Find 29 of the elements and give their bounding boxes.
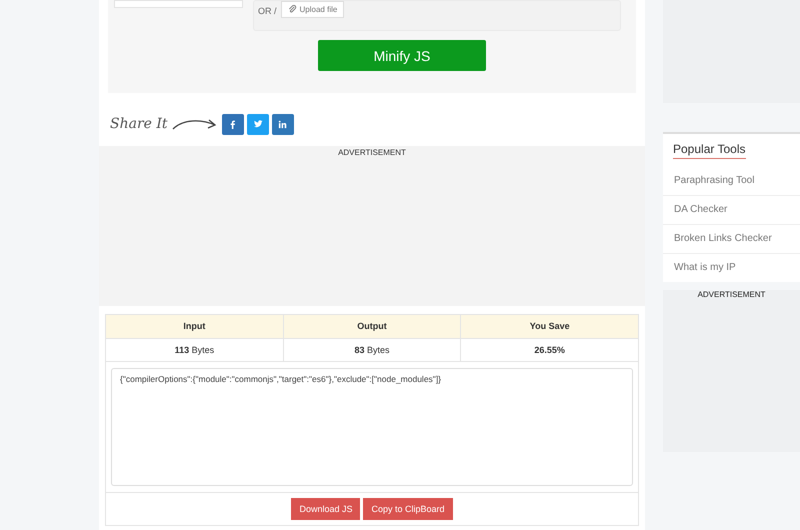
or-label: OR /: [258, 6, 277, 16]
column-header: Output: [284, 315, 462, 339]
bird-icon: [252, 119, 263, 129]
column-header: Input: [106, 315, 284, 339]
linkedin-button[interactable]: [272, 114, 294, 134]
upload-button[interactable]: Upload file: [280, 1, 344, 18]
tool-link[interactable]: What is my IP: [663, 253, 800, 282]
download-button[interactable]: Download JS: [291, 498, 360, 520]
copy-button[interactable]: Copy to ClipBoard: [363, 498, 453, 520]
minify-button[interactable]: Minify JS: [318, 40, 486, 71]
linkedin-icon: [278, 120, 288, 128]
twitter-button[interactable]: [246, 114, 269, 134]
tool-link[interactable]: DA Checker: [663, 195, 800, 224]
output-field[interactable]: {"compilerOptions":{"module":"commonjs","target":"es6"},"exclude":["node_modules"]}: [111, 368, 633, 486]
card-title: Popular Tools: [673, 134, 746, 159]
input-field[interactable]: [114, 0, 243, 8]
paperclip-icon: [288, 5, 297, 14]
table-cell: 113 Bytes: [106, 339, 284, 362]
tool-link[interactable]: Paraphrasing Tool: [663, 167, 800, 195]
facebook-button[interactable]: [222, 114, 244, 134]
tool-link[interactable]: Broken Links Checker: [663, 224, 800, 253]
facebook-icon: [228, 120, 238, 128]
advertisement-label: ADVERTISEMENT: [338, 148, 406, 159]
advertisement-label: ADVERTISEMENT: [698, 290, 766, 301]
column-header: You Save: [461, 315, 638, 339]
table-cell: 83 Bytes: [284, 339, 462, 362]
share-label: Share It: [110, 116, 168, 132]
table-cell: 26.55%: [461, 339, 638, 362]
arrow-icon: [170, 117, 217, 131]
